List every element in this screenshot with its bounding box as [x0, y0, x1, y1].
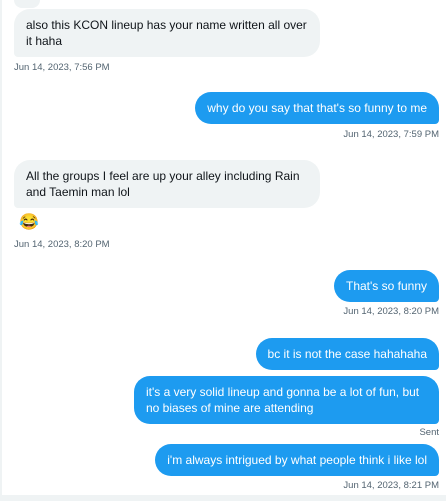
message-timestamp: Jun 14, 2023, 8:20 PM — [343, 306, 439, 317]
message-bubble-sent[interactable]: why do you say that that's so funny to m… — [195, 92, 439, 124]
dm-conversation: also this KCON lineup has your name writ… — [0, 0, 446, 501]
divider — [0, 0, 2, 501]
previous-message-edge — [14, 0, 40, 8]
composer-edge — [0, 495, 446, 501]
message-timestamp: Jun 14, 2023, 8:20 PM — [14, 239, 110, 250]
message-bubble-sent[interactable]: That's so funny — [334, 270, 439, 302]
message-timestamp: Jun 14, 2023, 7:59 PM — [343, 129, 439, 140]
message-bubble-sent[interactable]: it's a very solid lineup and gonna be a … — [134, 376, 439, 424]
message-bubble-sent[interactable]: i'm always intrigued by what people thin… — [155, 444, 439, 476]
message-bubble-received[interactable]: also this KCON lineup has your name writ… — [14, 9, 320, 57]
message-bubble-received[interactable]: All the groups I feel are up your alley … — [14, 160, 320, 208]
message-status: Sent — [419, 427, 439, 438]
laughing-emoji-reaction-icon[interactable]: 😂 — [19, 214, 39, 232]
message-bubble-sent[interactable]: bc it is not the case hahahaha — [255, 338, 439, 370]
message-timestamp: Jun 14, 2023, 8:21 PM — [343, 480, 439, 491]
message-timestamp: Jun 14, 2023, 7:56 PM — [14, 62, 110, 73]
